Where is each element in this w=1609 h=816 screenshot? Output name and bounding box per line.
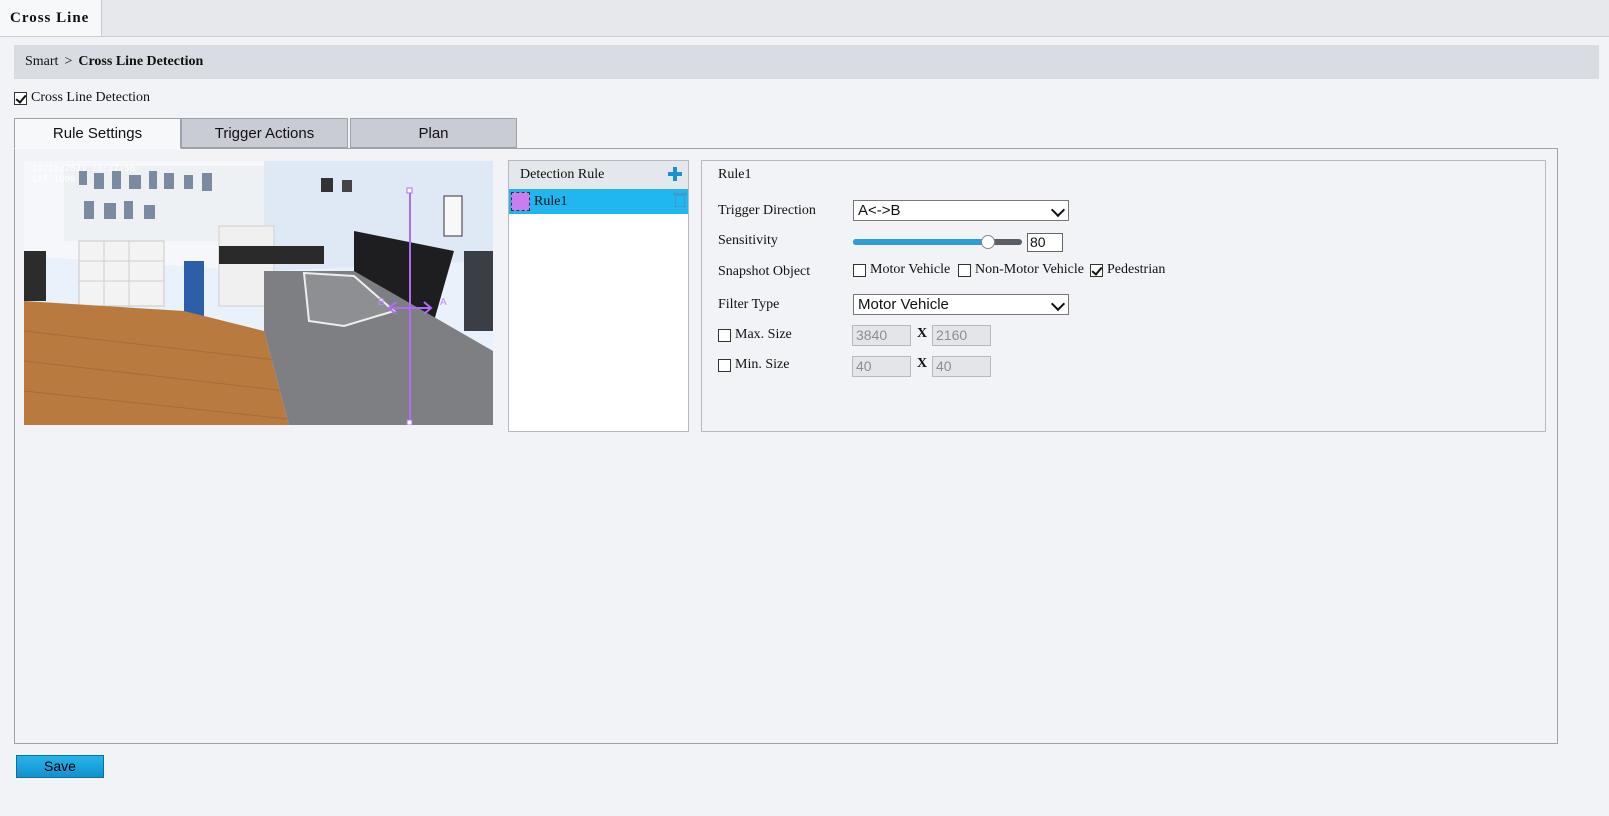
tab-rule-settings[interactable]: Rule Settings	[14, 118, 181, 149]
rule-list-item[interactable]: Rule1	[509, 189, 688, 214]
breadcrumb: Smart > Cross Line Detection	[14, 45, 1599, 79]
snapshot-object-label: Snapshot Object	[718, 264, 811, 279]
rule-color-swatch[interactable]	[511, 192, 530, 211]
chevron-down-icon	[1050, 296, 1066, 312]
detection-rule-header: Detection Rule	[509, 161, 688, 189]
max-size-label: Max. Size	[735, 327, 792, 342]
save-button[interactable]: Save	[16, 755, 104, 778]
min-size-height-input[interactable]: 40	[932, 356, 991, 377]
filter-type-select[interactable]: Motor Vehicle	[853, 294, 1069, 315]
sensitivity-slider[interactable]	[853, 235, 1022, 249]
sensitivity-slider-handle[interactable]	[981, 235, 996, 249]
sensitivity-slider-fill	[853, 239, 989, 245]
sensitivity-input[interactable]: 80	[1027, 233, 1063, 252]
cross-line-handle-top[interactable]	[406, 187, 413, 194]
rule-config-title: Rule1	[718, 167, 752, 182]
enable-label: Cross Line Detection	[31, 90, 150, 105]
tab-trigger-actions[interactable]: Trigger Actions	[181, 118, 348, 148]
delete-rule-icon[interactable]	[673, 193, 687, 207]
trigger-direction-label: Trigger Direction	[718, 203, 816, 218]
min-size-width-input[interactable]: 40	[852, 356, 911, 377]
filter-type-value: Motor Vehicle	[858, 296, 949, 313]
max-size-height-input[interactable]: 2160	[932, 325, 991, 346]
enable-checkbox[interactable]	[14, 91, 27, 105]
max-size-separator: X	[917, 326, 928, 341]
motor-vehicle-checkbox[interactable]	[853, 263, 866, 277]
trigger-direction-value: A<->B	[858, 202, 901, 219]
pedestrian-label: Pedestrian	[1107, 262, 1166, 277]
cross-line-handle-bottom[interactable]	[406, 419, 413, 425]
pedestrian-checkbox[interactable]	[1090, 263, 1103, 277]
max-size-width-input[interactable]: 3840	[852, 325, 911, 346]
detection-rule-list: Detection Rule Rule1	[508, 160, 689, 432]
non-motor-vehicle-label: Non-Motor Vehicle	[975, 262, 1084, 277]
marker-a: A	[440, 297, 447, 308]
detection-rule-title: Detection Rule	[520, 167, 605, 182]
tab-plan[interactable]: Plan	[350, 118, 517, 148]
max-size-checkbox[interactable]	[718, 328, 731, 342]
add-rule-icon[interactable]	[666, 165, 684, 183]
max-size-option[interactable]: Max. Size	[718, 327, 792, 343]
breadcrumb-current: Cross Line Detection	[78, 54, 204, 69]
sensitivity-label: Sensitivity	[718, 233, 778, 248]
min-size-option[interactable]: Min. Size	[718, 357, 789, 373]
snapshot-option-pedestrian[interactable]: Pedestrian	[1090, 262, 1165, 278]
cross-line-overlay[interactable]	[24, 161, 493, 425]
marker-b: B	[378, 297, 385, 308]
tab-cross-line[interactable]: Cross Line	[0, 0, 102, 36]
rule-label: Rule1	[534, 194, 568, 209]
min-size-label: Min. Size	[735, 357, 790, 372]
snapshot-option-non-motor-vehicle[interactable]: Non-Motor Vehicle	[958, 262, 1084, 278]
enable-cross-line-detection[interactable]: Cross Line Detection	[14, 90, 150, 106]
non-motor-vehicle-checkbox[interactable]	[958, 263, 971, 277]
snapshot-option-motor-vehicle[interactable]: Motor Vehicle	[853, 262, 950, 278]
chevron-down-icon	[1050, 202, 1066, 218]
breadcrumb-separator: >	[64, 54, 73, 69]
trigger-direction-select[interactable]: A<->B	[853, 200, 1069, 221]
rule-config-panel: Rule1 Trigger Direction A<->B Sensitivit…	[701, 160, 1546, 432]
breadcrumb-parent[interactable]: Smart	[25, 54, 58, 69]
top-tab-bar: Cross Line	[0, 0, 1609, 37]
min-size-separator: X	[917, 356, 928, 371]
min-size-checkbox[interactable]	[718, 358, 731, 372]
motor-vehicle-label: Motor Vehicle	[870, 262, 951, 277]
filter-type-label: Filter Type	[718, 297, 780, 312]
video-preview[interactable]: 12/10/2021 10:27:56 SAT 1000 B A	[24, 161, 493, 425]
